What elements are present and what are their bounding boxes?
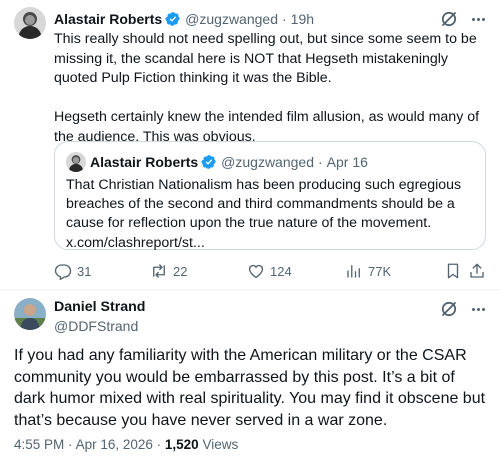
view-count: 77K	[368, 263, 392, 279]
main-author-handle[interactable]: @DDFStrand	[54, 318, 138, 334]
separator: ·	[68, 437, 73, 452]
separator: ·	[281, 11, 287, 27]
views-icon	[347, 265, 360, 278]
quoted-text: That Christian Nationalism has been prod…	[66, 176, 476, 253]
quoted-body: That Christian Nationalism has been prod…	[66, 177, 462, 232]
views-button[interactable]: 77K	[345, 262, 391, 280]
main-tweet-text: If you had any familiarity with the Amer…	[14, 347, 486, 429]
more-icon[interactable]	[468, 10, 488, 28]
tweet-time[interactable]: 19h	[291, 11, 314, 27]
main-author-name[interactable]: Daniel Strand	[54, 299, 145, 315]
reply-paragraph-1: This really should not need spelling out…	[54, 31, 477, 87]
divider	[0, 289, 500, 290]
bookmark-icon	[447, 263, 459, 279]
like-button[interactable]: 124	[247, 262, 292, 280]
reply-tweet-text: This really should not need spelling out…	[54, 30, 494, 148]
quoted-date: Apr 16	[326, 154, 368, 170]
author-handle[interactable]: @zugzwanged	[185, 11, 278, 27]
verified-badge-icon	[201, 154, 217, 170]
quoted-author-handle: @zugzwanged	[221, 154, 314, 170]
grok-icon[interactable]	[440, 10, 458, 28]
avatar-daniel-strand[interactable]	[14, 298, 46, 330]
repost-count: 22	[173, 263, 188, 279]
reply-icon	[54, 264, 72, 280]
tweet-time[interactable]: 4:55 PM	[14, 437, 64, 452]
separator: ·	[317, 154, 323, 170]
repost-button[interactable]: 22	[150, 262, 187, 280]
reply-tweet-header: Alastair Roberts @zugzwanged · 19h	[54, 9, 480, 29]
repost-icon	[153, 264, 165, 278]
share-button[interactable]	[468, 262, 486, 280]
reply-button[interactable]: 31	[54, 262, 91, 280]
quoted-link[interactable]: x.com/clashreport/st...	[66, 235, 205, 251]
quoted-header: Alastair Roberts @zugzwanged · Apr 16	[90, 152, 368, 172]
grok-icon[interactable]	[440, 300, 458, 318]
like-icon	[248, 264, 264, 279]
tweet-meta: 4:55 PM · Apr 16, 2026 · 1,520 Views	[14, 437, 238, 452]
quoted-tweet-card[interactable]: Alastair Roberts @zugzwanged · Apr 16 Th…	[54, 141, 486, 253]
author-name[interactable]: Alastair Roberts	[54, 11, 162, 27]
action-bar: 31 22 124 77K	[54, 262, 486, 280]
like-count: 124	[270, 263, 292, 279]
tweet-date[interactable]: Apr 16, 2026	[76, 437, 153, 452]
views-count: 1,520	[164, 437, 199, 452]
share-icon	[470, 263, 484, 278]
views-label: Views	[202, 437, 239, 452]
verified-badge-icon	[165, 11, 181, 27]
quoted-author-name: Alastair Roberts	[90, 154, 199, 170]
quoted-avatar	[66, 152, 86, 172]
avatar-alastair-roberts[interactable]	[14, 7, 46, 39]
more-icon[interactable]	[468, 300, 488, 318]
separator: ·	[156, 437, 162, 452]
bookmark-button[interactable]	[444, 262, 462, 280]
reply-count: 31	[77, 263, 92, 279]
